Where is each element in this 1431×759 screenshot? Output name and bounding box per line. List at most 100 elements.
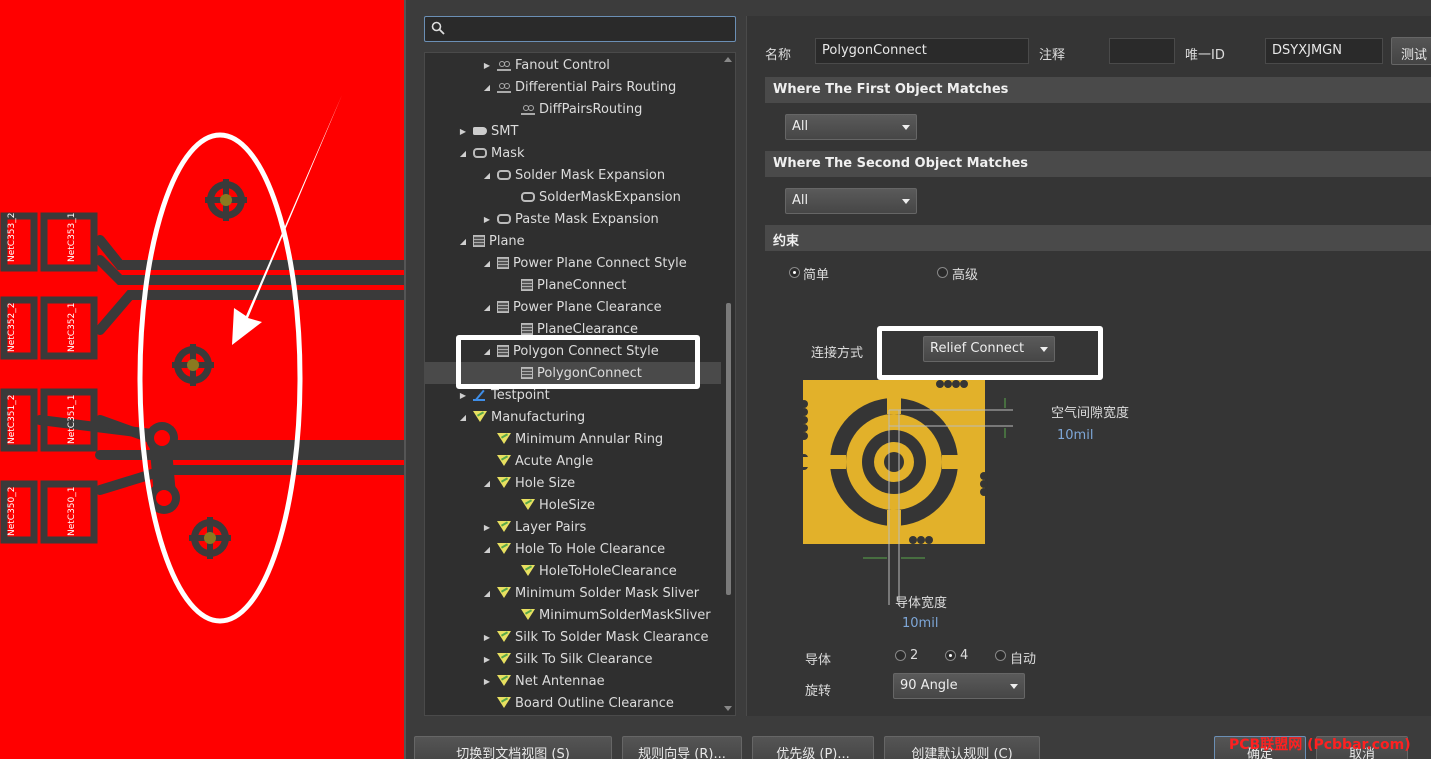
tree-item[interactable]: ◢ Power Plane Clearance <box>425 296 721 318</box>
tree-item[interactable]: SolderMaskExpansion <box>425 186 721 208</box>
expanded-arrow-icon[interactable]: ◢ <box>457 235 469 247</box>
search-icon <box>431 21 445 35</box>
tree-item[interactable]: ◢ Mask <box>425 142 721 164</box>
name-label: 名称 <box>765 48 792 63</box>
air-gap-value[interactable]: 10mil <box>1057 428 1093 443</box>
name-field[interactable]: PolygonConnect <box>815 38 1029 64</box>
rule-search-input[interactable] <box>424 16 736 42</box>
tree-item[interactable]: Acute Angle <box>425 450 721 472</box>
chevron-down-icon <box>1010 684 1018 689</box>
first-match-select[interactable]: All <box>785 114 917 140</box>
priority-button[interactable]: 优先级 (P)... <box>752 736 874 759</box>
test-button[interactable]: 测试 <box>1391 37 1431 65</box>
screen: NetC353_2 NetC353_1 NetC352_2 NetC352_1 … <box>0 0 1431 759</box>
second-match-select[interactable]: All <box>785 188 917 214</box>
pcb-canvas[interactable]: NetC353_2 NetC353_1 NetC352_2 NetC352_1 … <box>0 0 404 759</box>
tree-item-label: Paste Mask Expansion <box>515 211 659 227</box>
switch-document-view-button[interactable]: 切换到文档视图 (S) <box>414 736 612 759</box>
expanded-arrow-icon[interactable]: ◢ <box>481 81 493 93</box>
tree-item[interactable]: ◢ Differential Pairs Routing <box>425 76 721 98</box>
tree-item[interactable]: ◢ Hole To Hole Clearance <box>425 538 721 560</box>
conductors-4-radio[interactable] <box>945 650 956 661</box>
plane-icon <box>473 235 485 247</box>
tree-item[interactable]: DiffPairsRouting <box>425 98 721 120</box>
expanded-arrow-icon[interactable]: ◢ <box>457 147 469 159</box>
collapsed-arrow-icon[interactable]: ▶ <box>481 653 493 665</box>
tree-item[interactable]: Minimum Annular Ring <box>425 428 721 450</box>
plane-icon <box>521 323 533 335</box>
collapsed-arrow-icon[interactable]: ▶ <box>457 389 469 401</box>
scroll-thumb[interactable] <box>726 303 731 595</box>
conductors-auto-radio[interactable] <box>995 650 1006 661</box>
tree-item[interactable]: ▶ Paste Mask Expansion <box>425 208 721 230</box>
tree-item[interactable]: MinimumSolderMaskSliver <box>425 604 721 626</box>
expanded-arrow-icon[interactable]: ◢ <box>481 301 493 313</box>
expanded-arrow-icon[interactable]: ◢ <box>481 587 493 599</box>
tree-item[interactable]: ▶ Fanout Control <box>425 54 721 76</box>
tree-item[interactable]: ▶ Silk To Solder Mask Clearance <box>425 626 721 648</box>
first-match-value: All <box>792 119 809 134</box>
tree-item[interactable]: ▶ Layer Pairs <box>425 516 721 538</box>
create-default-rules-button[interactable]: 创建默认规则 (C) <box>884 736 1040 759</box>
mode-simple-label: 简单 <box>803 268 830 283</box>
mode-advanced-radio[interactable] <box>937 267 948 278</box>
expanded-arrow-icon[interactable]: ◢ <box>457 411 469 423</box>
tree-item[interactable]: ▶ Net Antennae <box>425 670 721 692</box>
comment-field[interactable] <box>1109 38 1175 64</box>
collapsed-arrow-icon[interactable]: ▶ <box>481 213 493 225</box>
uid-label: 唯一ID <box>1185 48 1225 63</box>
tree-item[interactable]: ◢ Hole Size <box>425 472 721 494</box>
tree-item[interactable]: ◢ Power Plane Connect Style <box>425 252 721 274</box>
collapsed-arrow-icon[interactable]: ▶ <box>457 125 469 137</box>
expanded-arrow-icon[interactable]: ◢ <box>481 543 493 555</box>
tree-item[interactable]: ◢ Plane <box>425 230 721 252</box>
pad-label: NetC350_1 <box>67 487 77 537</box>
uid-field[interactable]: DSYXJMGN <box>1265 38 1383 64</box>
tree-item[interactable]: HoleSize <box>425 494 721 516</box>
conductor-width-value[interactable]: 10mil <box>902 616 938 631</box>
expanded-arrow-icon[interactable]: ◢ <box>481 477 493 489</box>
tree-item[interactable]: PlaneConnect <box>425 274 721 296</box>
chevron-down-icon <box>902 125 910 130</box>
conductors-2-radio[interactable] <box>895 650 906 661</box>
tree-item-label: SMT <box>491 123 519 139</box>
tree-item-label: Hole To Hole Clearance <box>515 541 666 557</box>
tree-item[interactable]: HoleToHoleClearance <box>425 560 721 582</box>
tree-item-label: HoleToHoleClearance <box>539 563 677 579</box>
second-match-header: Where The Second Object Matches <box>765 151 1431 177</box>
expanded-arrow-icon[interactable]: ◢ <box>481 169 493 181</box>
tree-item[interactable]: ▶ Silk To Silk Clearance <box>425 648 721 670</box>
collapsed-arrow-icon[interactable]: ▶ <box>481 675 493 687</box>
conductors-4-label: 4 <box>960 648 969 663</box>
pcb-relief-vias <box>146 179 247 559</box>
manufacturing-icon <box>497 631 511 643</box>
rotation-select[interactable]: 90 Angle <box>893 673 1025 699</box>
tree-item[interactable]: ▶ SMT <box>425 120 721 142</box>
tree-item[interactable]: ◢ Manufacturing <box>425 406 721 428</box>
manufacturing-icon <box>497 521 511 533</box>
mask-icon <box>473 148 487 158</box>
tree-item[interactable]: ◢ Solder Mask Expansion <box>425 164 721 186</box>
tree-scrollbar[interactable] <box>723 55 733 713</box>
annotation-highlight-connect <box>877 326 1103 380</box>
tree-item[interactable]: Board Outline Clearance <box>425 692 721 714</box>
mode-simple-radio[interactable] <box>789 267 800 278</box>
second-match-value: All <box>792 193 809 208</box>
manufacturing-icon <box>497 477 511 489</box>
tree-item-label: Power Plane Clearance <box>513 299 662 315</box>
scroll-down-icon[interactable] <box>724 706 732 711</box>
tree-item-label: Manufacturing <box>491 409 586 425</box>
tree-item[interactable]: ◢ Minimum Solder Mask Sliver <box>425 582 721 604</box>
scroll-up-icon[interactable] <box>724 57 732 62</box>
collapsed-arrow-icon[interactable]: ▶ <box>481 521 493 533</box>
manufacturing-icon <box>521 565 535 577</box>
annotation-arrow-left <box>232 95 342 345</box>
tree-item-label: DiffPairsRouting <box>539 101 643 117</box>
collapsed-arrow-icon[interactable]: ▶ <box>481 59 493 71</box>
rule-wizard-button[interactable]: 规则向导 (R)... <box>622 736 742 759</box>
collapsed-arrow-icon[interactable]: ▶ <box>481 631 493 643</box>
expanded-arrow-icon[interactable]: ◢ <box>481 257 493 269</box>
